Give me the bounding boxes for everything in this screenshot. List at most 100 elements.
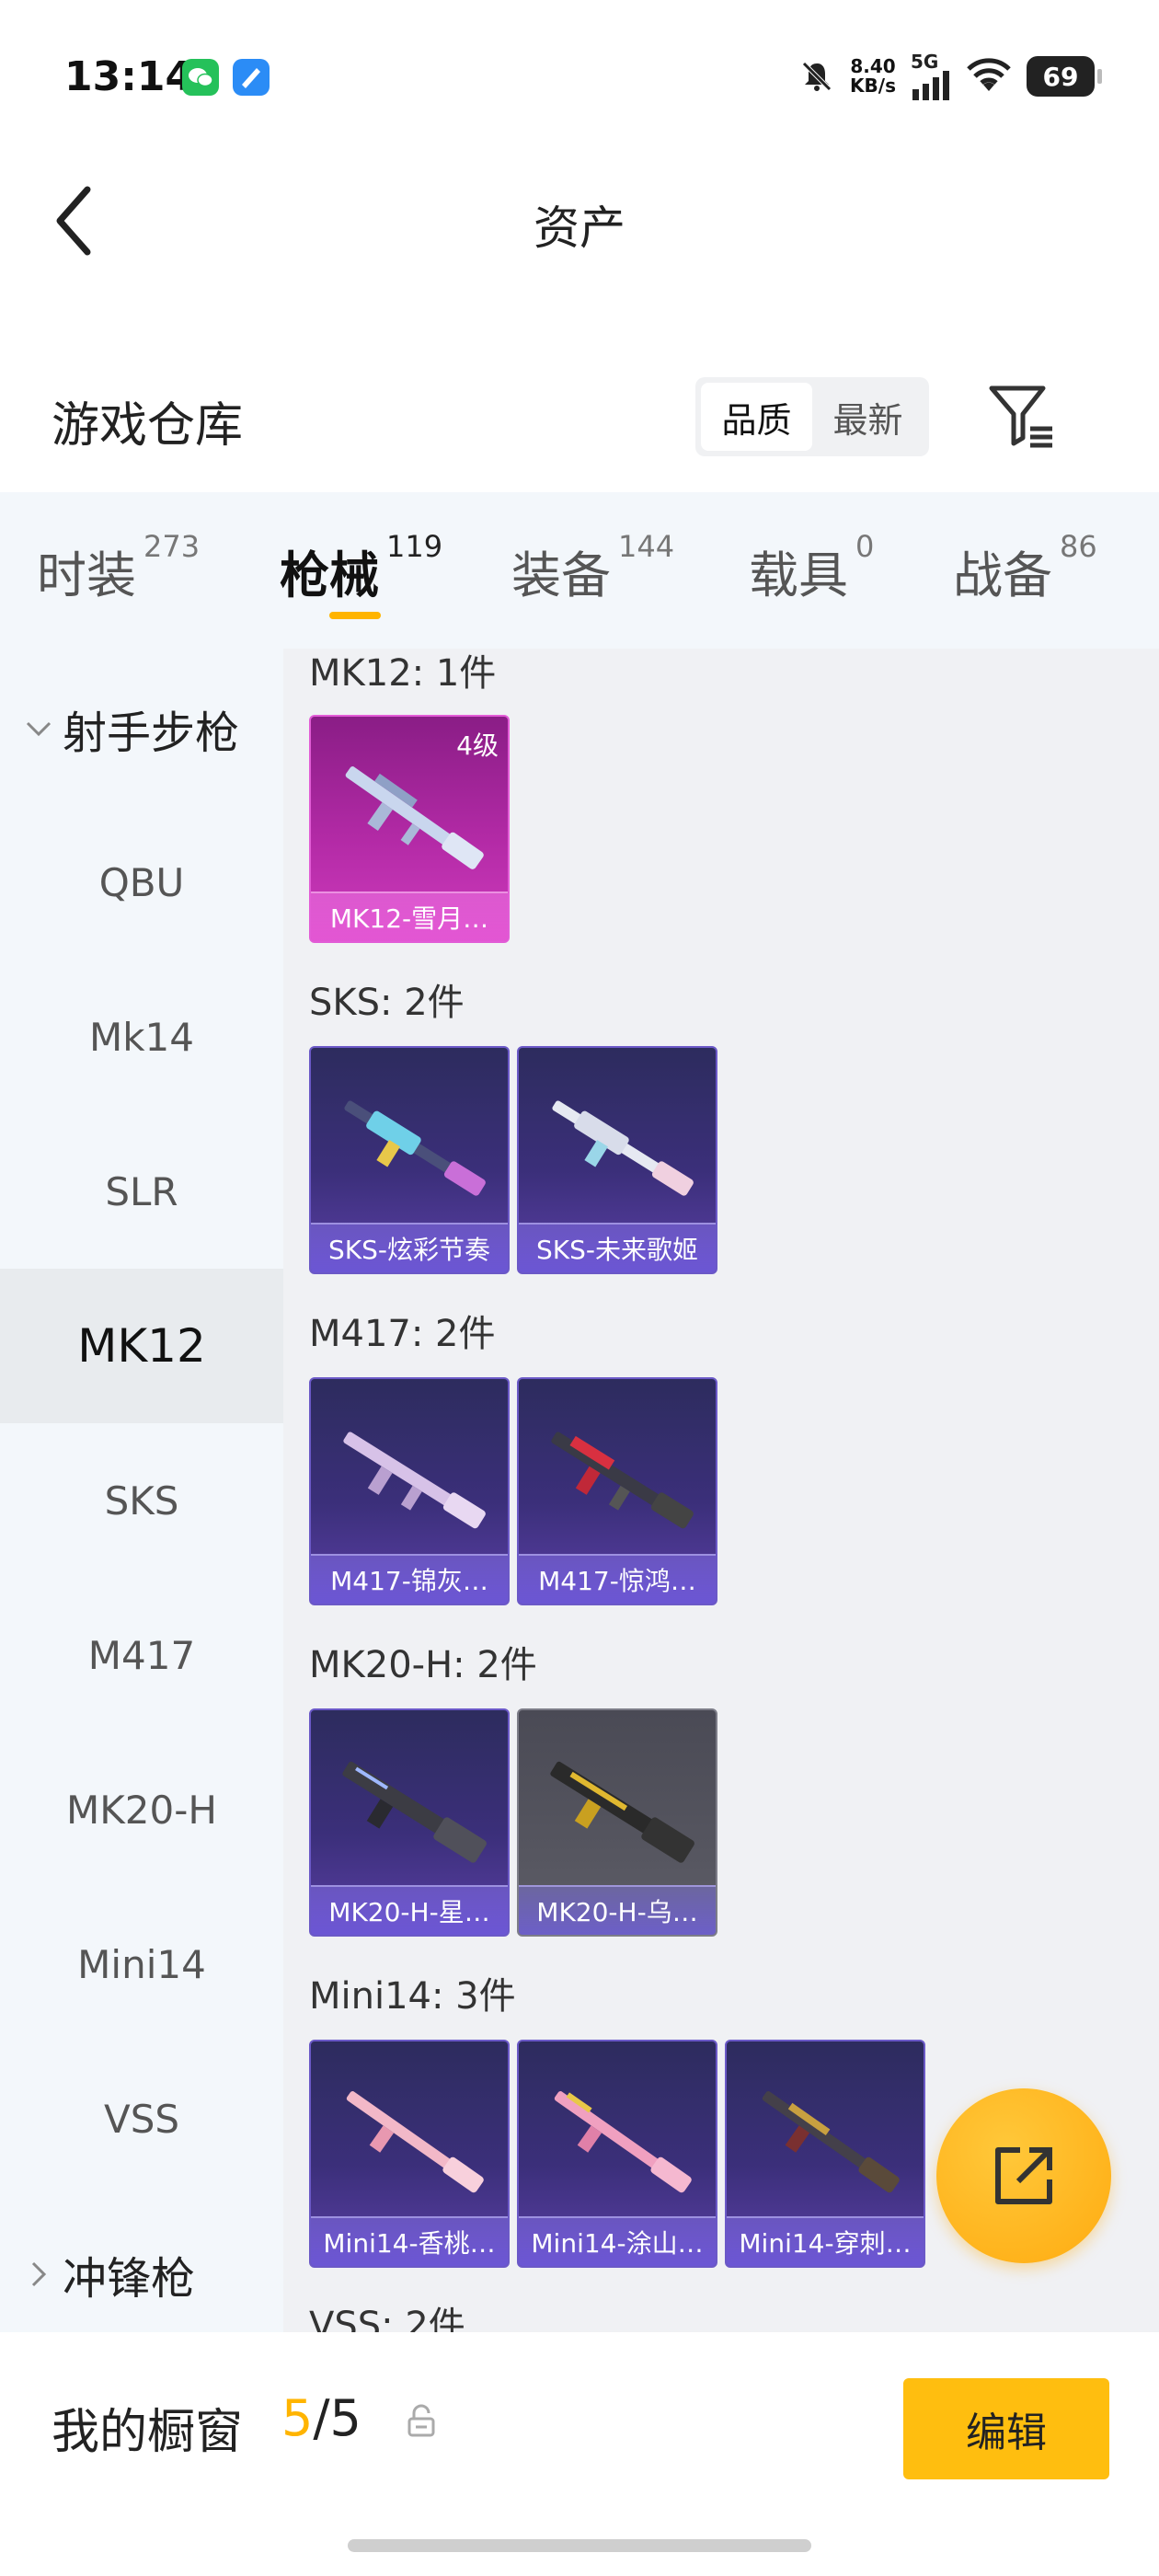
tab-weapons[interactable]: 枪械 119: [280, 529, 442, 607]
showcase-count-total: /5: [313, 2389, 361, 2447]
card-name: M417-锦灰…: [311, 1554, 508, 1604]
category-tabs: 时装 273 枪械 119 装备 144 载具 0 战备 86: [0, 492, 1159, 649]
tab-label: 枪械: [280, 546, 379, 604]
showcase-count: 5/5: [281, 2389, 361, 2447]
status-bar: 13:14 8.40 KB/s 5G 69: [0, 0, 1159, 138]
weapon-card[interactable]: Mini14-涂山…: [517, 2040, 717, 2268]
weapon-card[interactable]: Mini14-香桃…: [309, 2040, 510, 2268]
sort-option-newest[interactable]: 最新: [812, 383, 924, 451]
group-title-mk12: MK12: 1件: [309, 652, 497, 695]
edit-button[interactable]: 编辑: [903, 2378, 1109, 2479]
card-name: Mini14-穿刺…: [727, 2216, 924, 2266]
rifle-icon: [344, 1100, 486, 1196]
group-title-m417: M417: 2件: [309, 1313, 496, 1355]
rifle-icon: [343, 1432, 486, 1529]
showcase-label: 我的橱窗: [52, 2405, 244, 2460]
mute-bell-icon: [802, 62, 832, 91]
tab-vehicles[interactable]: 载具 0: [749, 529, 874, 607]
sidebar-item-mk12[interactable]: MK12: [0, 1269, 283, 1423]
net-speed: 8.40 KB/s: [850, 57, 896, 96]
card-name: MK12-雪月…: [311, 891, 508, 941]
net-speed-unit: KB/s: [850, 75, 896, 97]
sort-option-quality[interactable]: 品质: [701, 383, 812, 451]
status-time: 13:14: [64, 53, 194, 100]
group-title-vss: VSS: 2件: [309, 2305, 465, 2332]
card-name: Mini14-香桃…: [311, 2216, 508, 2266]
wifi-icon: [967, 58, 1011, 91]
net-speed-value: 8.40: [850, 55, 896, 77]
rifle-icon: [551, 1432, 694, 1529]
tab-label: 战备: [953, 546, 1052, 604]
card-name: MK20-H-星…: [311, 1885, 508, 1935]
weapon-card[interactable]: SKS-未来歌姬: [517, 1046, 717, 1274]
card-name: Mini14-涂山…: [519, 2216, 716, 2266]
rifle-icon: [346, 2091, 484, 2193]
tab-count: 0: [855, 529, 875, 564]
sidebar-item-mk20h[interactable]: MK20-H: [0, 1732, 283, 1887]
tab-label: 载具: [749, 546, 848, 604]
sidebar-item-sks[interactable]: SKS: [0, 1423, 283, 1578]
rifle-icon: [552, 1100, 694, 1196]
rifle-icon: [554, 2091, 692, 2193]
sidebar-item-m417[interactable]: M417: [0, 1578, 283, 1732]
page-title: 资产: [534, 201, 625, 255]
card-name: MK20-H-乌…: [519, 1885, 716, 1935]
signal-icon: [912, 71, 949, 100]
chevron-down-icon: [26, 721, 52, 737]
rifle-icon: [762, 2091, 900, 2193]
browser-icon: [233, 59, 270, 96]
tab-label: 装备: [511, 546, 611, 604]
tab-active-indicator: [329, 612, 381, 619]
card-name: M417-惊鸿…: [519, 1554, 716, 1604]
weapon-card[interactable]: SKS-炫彩节奏: [309, 1046, 510, 1274]
sidebar-item-mini14[interactable]: Mini14: [0, 1887, 283, 2041]
group-title-sks: SKS: 2件: [309, 982, 465, 1024]
rifle-icon: [550, 1761, 694, 1863]
tab-count: 273: [143, 529, 201, 564]
tab-supplies[interactable]: 战备 86: [953, 529, 1097, 607]
weapon-card[interactable]: Mini14-穿刺…: [725, 2040, 925, 2268]
weapon-card[interactable]: M417-锦灰…: [309, 1377, 510, 1605]
card-name: SKS-未来歌姬: [519, 1223, 716, 1272]
weapon-list: MK12: 1件 4级 MK12-雪月… SKS: 2件 SKS-炫彩节奏 SK…: [283, 649, 1159, 2332]
weapon-card[interactable]: MK20-H-星…: [309, 1708, 510, 1937]
nav-bar: 资产: [0, 156, 1159, 285]
card-name: SKS-炫彩节奏: [311, 1223, 508, 1272]
sidebar-group-label: 冲锋枪: [63, 2253, 196, 2305]
filter-button[interactable]: [984, 379, 1058, 453]
wechat-icon: [182, 59, 219, 96]
sidebar-group-smg[interactable]: 冲锋枪: [0, 2233, 283, 2316]
tab-skins[interactable]: 时装 273: [37, 529, 200, 607]
sidebar-item-slr[interactable]: SLR: [0, 1114, 283, 1269]
tab-count: 144: [618, 529, 675, 564]
showcase-count-current: 5: [281, 2389, 314, 2447]
tab-count: 119: [386, 529, 443, 564]
tab-count: 86: [1060, 529, 1097, 564]
card-level-badge: 4级: [456, 730, 499, 761]
sidebar-item-vss[interactable]: VSS: [0, 2041, 283, 2196]
weapon-card[interactable]: 4级 MK12-雪月…: [309, 715, 510, 943]
lock-icon: [407, 2404, 435, 2437]
rifle-icon: [345, 766, 484, 869]
home-indicator[interactable]: [348, 2539, 811, 2552]
group-title-mini14: Mini14: 3件: [309, 1975, 516, 2018]
sidebar-group-label: 射手步枪: [63, 707, 240, 759]
weapon-sidebar: 射手步枪 QBU Mk14 SLR MK12 SKS M417 MK20-H M…: [0, 649, 283, 2332]
weapon-card[interactable]: MK20-H-乌…: [517, 1708, 717, 1937]
sidebar-group-marksman-rifles[interactable]: 射手步枪: [0, 687, 283, 770]
sidebar-item-mk14[interactable]: Mk14: [0, 960, 283, 1114]
chevron-right-icon: [31, 2261, 47, 2287]
bottom-bar: 我的橱窗 5/5 编辑: [0, 2332, 1159, 2516]
signal-type: 5G: [911, 51, 939, 73]
tab-label: 时装: [37, 546, 136, 604]
share-export-icon: [995, 2147, 1052, 2204]
filter-icon: [989, 385, 1052, 448]
group-title-mk20h: MK20-H: 2件: [309, 1644, 537, 1686]
sidebar-item-qbu[interactable]: QBU: [0, 805, 283, 960]
battery-icon: 69: [1027, 56, 1102, 97]
rifle-icon: [342, 1761, 487, 1863]
tab-equipment[interactable]: 装备 144: [511, 529, 674, 607]
section-title: 游戏仓库: [52, 398, 244, 454]
share-button[interactable]: [936, 2088, 1111, 2263]
weapon-card[interactable]: M417-惊鸿…: [517, 1377, 717, 1605]
